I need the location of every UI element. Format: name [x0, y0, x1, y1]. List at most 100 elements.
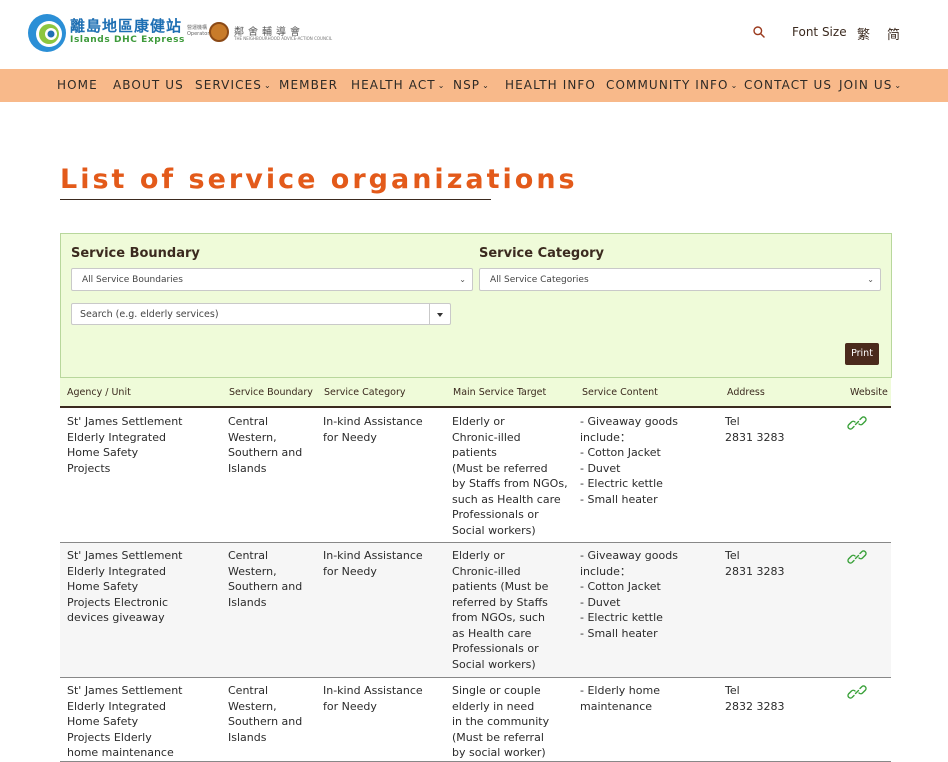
nav-health-info[interactable]: HEALTH INFO: [505, 78, 596, 92]
search-icon[interactable]: [752, 25, 766, 39]
language-simplified-chinese[interactable]: 简: [887, 24, 900, 43]
service-category-select[interactable]: All Service Categories ⌄: [479, 268, 881, 291]
cell-service-content-line: - Duvet: [580, 461, 621, 475]
language-traditional-chinese[interactable]: 繁: [857, 24, 870, 43]
website-link-icon[interactable]: [847, 548, 867, 566]
cell-service-content-line: - Small heater: [580, 492, 658, 506]
cell-agency-line: Home Safety: [67, 715, 139, 728]
cell-main-service-target-line: patients: [452, 446, 497, 459]
nav-health-act[interactable]: HEALTH ACT ⌄: [351, 78, 446, 92]
cell-service-category: In-kind Assistance for Needy: [323, 683, 423, 714]
cell-agency-line: St' James Settlement: [67, 684, 183, 697]
cell-service-boundary-line: Islands: [228, 730, 267, 744]
cell-agency: St' James Settlement Elderly Integrated Ho…: [67, 683, 182, 761]
cell-agency-line: Projects Electronic: [67, 595, 169, 609]
service-category-label: Service Category: [479, 246, 605, 261]
print-button[interactable]: Print: [845, 343, 879, 365]
cell-main-service-target-line: (Must be referred: [452, 461, 548, 475]
cell-main-service-target-line: Chronic-illed: [452, 564, 521, 578]
chevron-down-icon: ⌄: [437, 81, 446, 90]
header-service-boundary: Service Boundary: [229, 387, 313, 398]
cell-main-service-target: Elderly or Chronic-illed patients (Must be …: [452, 414, 568, 538]
header-service-content: Service Content: [582, 387, 658, 398]
nav-join-us[interactable]: JOIN US ⌄: [839, 78, 902, 92]
page-title: List of service organizations: [60, 164, 578, 195]
cell-address-line: Tel: [725, 549, 740, 562]
cell-service-category: In-kind Assistance for Needy: [323, 414, 423, 445]
table-row: St' James Settlement Elderly Integrated Ho…: [60, 543, 891, 678]
logo-swirl-icon: [28, 14, 66, 52]
header-website: Website: [850, 387, 888, 398]
cell-main-service-target: Elderly or Chronic-illed patients (Must be…: [452, 548, 548, 672]
service-boundary-select[interactable]: All Service Boundaries ⌄: [71, 268, 473, 291]
nav-services[interactable]: SERVICES ⌄: [195, 78, 272, 92]
cell-service-content-line: include：: [580, 564, 631, 578]
cell-main-service-target-line: Professionals or: [452, 508, 539, 521]
cell-service-boundary-line: Western,: [228, 564, 277, 578]
chevron-down-icon: ⌄: [459, 275, 466, 284]
table-row: St' James Settlement Elderly Integrated Ho…: [60, 409, 891, 543]
nav-about-us[interactable]: ABOUT US: [113, 78, 184, 92]
chevron-down-icon: ⌄: [482, 81, 490, 90]
cell-service-content-line: - Duvet: [580, 595, 621, 609]
cell-address-line: 2831 3283: [725, 430, 785, 444]
cell-main-service-target-line: patients (Must be: [452, 580, 549, 593]
header-agency: Agency / Unit: [67, 387, 131, 398]
cell-service-boundary-line: Central: [228, 549, 269, 562]
nav-health-act-label: HEALTH ACT: [351, 78, 436, 92]
website-link-icon[interactable]: [847, 683, 867, 701]
cell-main-service-target-line: elderly in need: [452, 699, 535, 713]
caret-down-icon: [437, 313, 443, 317]
cell-main-service-target-line: as Health care: [452, 626, 532, 640]
cell-service-boundary: Central Western, Southern and Islands: [228, 414, 302, 476]
nav-home[interactable]: HOME: [57, 78, 98, 92]
logo-english-name: Islands DHC Express: [70, 35, 185, 45]
cell-service-boundary: Central Western, Southern and Islands: [228, 548, 302, 610]
cell-service-content: - Giveaway goods include： - Cotton Jacket…: [580, 414, 678, 507]
nav-contact-us[interactable]: CONTACT US: [744, 78, 832, 92]
service-category-value: All Service Categories: [490, 275, 589, 285]
operator-logo: 營運機構 Operator 鄰舍輔導會 THE NEIGHBOURHOOD AD…: [187, 22, 332, 44]
nav-member[interactable]: MEMBER: [279, 78, 338, 92]
chevron-down-icon: ⌄: [894, 81, 903, 90]
cell-service-category-line: for Needy: [323, 430, 377, 444]
cell-agency-line: Elderly Integrated: [67, 430, 166, 444]
cell-agency-line: Home Safety: [67, 446, 139, 459]
cell-main-service-target-line: from NGOs, such: [452, 611, 545, 624]
cell-main-service-target-line: by social worker): [452, 746, 546, 759]
cell-service-boundary-line: Islands: [228, 461, 267, 475]
cell-agency-line: St' James Settlement: [67, 549, 183, 562]
cell-address-line: Tel: [725, 684, 740, 697]
cell-agency-line: Home Safety: [67, 580, 139, 593]
cell-agency-line: home maintenance: [67, 746, 174, 759]
nav-community-info-label: COMMUNITY INFO: [606, 78, 729, 92]
cell-service-category-line: for Needy: [323, 564, 377, 578]
nav-nsp-label: NSP: [453, 78, 481, 92]
filter-panel: Service Boundary All Service Boundaries …: [60, 233, 892, 378]
cell-service-category-line: In-kind Assistance: [323, 415, 423, 428]
cell-service-category-line: for Needy: [323, 699, 377, 713]
chevron-down-icon: ⌄: [867, 275, 874, 284]
cell-agency-line: Projects Elderly: [67, 730, 152, 744]
cell-service-boundary-line: Western,: [228, 430, 277, 444]
nav-community-info[interactable]: COMMUNITY INFO ⌄: [606, 78, 738, 92]
cell-agency-line: Elderly Integrated: [67, 564, 166, 578]
service-boundary-label: Service Boundary: [71, 246, 200, 261]
website-link-icon[interactable]: [847, 414, 867, 432]
search-dropdown-toggle[interactable]: [429, 303, 451, 325]
nav-member-label: MEMBER: [279, 78, 339, 92]
operator-seal-icon: [209, 22, 229, 42]
cell-main-service-target-line: Elderly or: [452, 415, 505, 428]
nav-nsp[interactable]: NSP ⌄: [453, 78, 490, 92]
cell-service-boundary-line: Southern and: [228, 446, 303, 459]
header-service-category: Service Category: [324, 387, 406, 398]
cell-service-boundary-line: Southern and: [228, 580, 303, 593]
font-size-button[interactable]: Font Size: [792, 25, 847, 39]
site-logo[interactable]: 離島地區康健站 Islands DHC Express: [27, 13, 184, 53]
nav-contact-us-label: CONTACT US: [744, 78, 833, 92]
cell-main-service-target-line: (Must be referral: [452, 730, 544, 744]
chevron-down-icon: ⌄: [264, 81, 272, 90]
cell-service-boundary: Central Western, Southern and Islands: [228, 683, 302, 745]
cell-service-content-line: - Cotton Jacket: [580, 446, 661, 459]
search-input[interactable]: [71, 303, 430, 325]
